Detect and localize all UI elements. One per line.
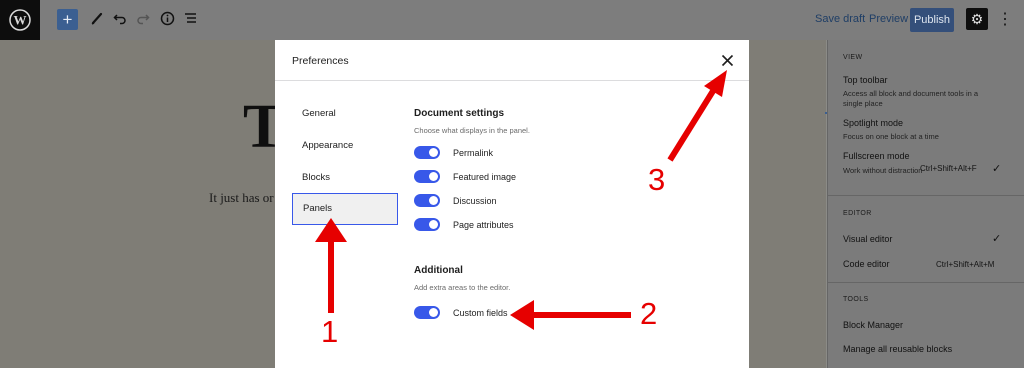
discussion-toggle[interactable]: [414, 194, 440, 207]
section-description: Choose what displays in the panel.: [414, 126, 530, 135]
menu-item-description: Access all block and document tools in a…: [843, 89, 979, 108]
check-icon: ✓: [992, 233, 1002, 245]
menu-divider: [828, 195, 1024, 196]
menu-section-editor: EDITOR: [843, 210, 872, 217]
tab-appearance[interactable]: Appearance: [292, 131, 398, 161]
menu-divider: [828, 282, 1024, 283]
add-block-button[interactable]: +: [57, 9, 78, 30]
menu-shortcut: Ctrl+Shift+Alt+M: [936, 260, 995, 269]
more-vertical-icon[interactable]: ⋮: [997, 10, 1013, 30]
tab-blocks[interactable]: Blocks: [292, 163, 398, 193]
close-icon[interactable]: [717, 50, 737, 70]
toggle-label: Permalink: [453, 148, 494, 158]
toggle-label: Featured image: [453, 172, 517, 182]
toggle-label: Page attributes: [453, 220, 514, 230]
preview-button[interactable]: Preview: [869, 13, 908, 25]
undo-icon[interactable]: [110, 10, 130, 30]
page-attributes-toggle[interactable]: [414, 218, 440, 231]
svg-text:W: W: [14, 13, 27, 28]
list-view-icon[interactable]: [180, 10, 200, 30]
menu-section-tools: TOOLS: [843, 296, 869, 303]
wordpress-logo-icon[interactable]: W: [0, 0, 40, 40]
modal-title: Preferences: [292, 55, 349, 67]
modal-header: Preferences: [275, 40, 749, 81]
menu-item-code-editor[interactable]: Code editor: [843, 259, 890, 269]
tab-panels[interactable]: Panels: [292, 193, 398, 225]
annotation-number-2: 2: [640, 296, 658, 331]
details-info-icon[interactable]: [157, 10, 177, 30]
menu-item-top-toolbar[interactable]: Top toolbar: [843, 75, 888, 85]
save-draft-button[interactable]: Save draft: [815, 13, 865, 25]
menu-section-view: VIEW: [843, 54, 863, 61]
section-title-additional: Additional: [414, 265, 463, 276]
annotation-number-3: 3: [648, 162, 666, 197]
section-title-document-settings: Document settings: [414, 108, 505, 119]
options-menu: VIEW Top toolbar Access all block and do…: [827, 40, 1024, 368]
menu-item-block-manager[interactable]: Block Manager: [843, 320, 903, 330]
menu-item-visual-editor[interactable]: Visual editor: [843, 234, 892, 244]
toggle-label: Discussion: [453, 196, 497, 206]
publish-button[interactable]: Publish: [910, 8, 954, 32]
menu-item-spotlight-mode[interactable]: Spotlight mode: [843, 118, 903, 128]
preferences-modal: Preferences General Appearance Blocks Pa…: [275, 40, 749, 368]
menu-shortcut: Ctrl+Shift+Alt+F: [920, 164, 977, 173]
editor-top-toolbar: W + Save draft Preview Publish ⚙ ⋮: [0, 0, 1024, 40]
menu-item-manage-reusable-blocks[interactable]: Manage all reusable blocks: [843, 344, 952, 354]
check-icon: ✓: [992, 163, 1002, 175]
custom-fields-toggle[interactable]: [414, 306, 440, 319]
menu-item-fullscreen-mode[interactable]: Fullscreen mode: [843, 151, 910, 161]
redo-icon[interactable]: [133, 10, 153, 30]
edit-tools-icon[interactable]: [87, 10, 107, 30]
annotation-number-1: 1: [321, 314, 339, 349]
featured-image-toggle[interactable]: [414, 170, 440, 183]
settings-gear-icon[interactable]: ⚙: [966, 8, 988, 30]
tab-general[interactable]: General: [292, 99, 398, 129]
toggle-label: Custom fields: [453, 308, 508, 318]
permalink-toggle[interactable]: [414, 146, 440, 159]
menu-item-description: Focus on one block at a time: [843, 132, 939, 141]
menu-item-description: Work without distraction: [843, 166, 923, 175]
section-description: Add extra areas to the editor.: [414, 283, 511, 292]
post-paragraph[interactable]: It just has or: [209, 190, 274, 206]
